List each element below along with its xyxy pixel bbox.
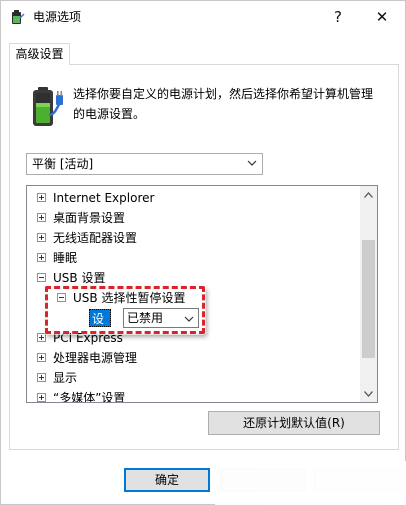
collapse-icon[interactable] (57, 293, 66, 302)
description-text: 选择你要自定义的电源计划，然后选择你希望计算机管理的电源设置。 (73, 87, 374, 121)
scroll-thumb[interactable] (362, 240, 375, 358)
power-plan-value: 平衡 [活动] (32, 157, 94, 171)
collapse-icon[interactable] (37, 273, 46, 282)
usb-suspend-value: 已禁用 (127, 311, 164, 325)
expand-icon[interactable] (37, 233, 46, 242)
help-icon: ? (334, 8, 342, 26)
vertical-scrollbar[interactable] (360, 186, 377, 402)
battery-plug-icon (33, 87, 63, 126)
tree-item-label: PCI Express (53, 331, 123, 345)
tree-item-label: USB 设置 (53, 271, 106, 285)
tree-item-label: “多媒体”设置 (53, 391, 126, 403)
scroll-down-button[interactable] (360, 385, 377, 402)
power-plan-select[interactable]: 平衡 [活动] (26, 153, 263, 175)
tree-item-label: 处理器电源管理 (53, 351, 138, 365)
power-options-window: 电源选项 ? ✕ 高级设置 选择你要自定义的电源计划，然后选择你希望计算机管理的… (0, 0, 406, 505)
expand-icon[interactable] (37, 373, 46, 382)
tree-item-label: USB 选择性暂停设置 (73, 291, 186, 305)
chevron-down-icon (247, 160, 257, 166)
tree-item-label: 显示 (53, 371, 78, 385)
faded-area (215, 461, 406, 505)
chevron-down-icon (364, 390, 373, 397)
help-button[interactable]: ? (315, 1, 361, 33)
power-options-icon (12, 10, 25, 24)
close-button[interactable]: ✕ (359, 1, 405, 33)
title-bar: 电源选项 ? ✕ (1, 1, 405, 33)
restore-defaults-button[interactable]: 还原计划默认值(R) (208, 411, 380, 435)
tree-item-label: Internet Explorer (53, 191, 155, 205)
setting-label: 设置: (89, 309, 112, 344)
scroll-up-button[interactable] (360, 186, 377, 203)
expand-icon[interactable] (37, 393, 46, 402)
tree-item-label: 睡眠 (53, 251, 78, 265)
expand-icon[interactable] (37, 213, 46, 222)
expand-icon[interactable] (37, 333, 46, 342)
expand-icon[interactable] (37, 253, 46, 262)
usb-suspend-select[interactable]: 已禁用 (123, 308, 199, 328)
chevron-up-icon (364, 191, 373, 198)
expand-icon[interactable] (37, 353, 46, 362)
ok-button[interactable]: 确定 (124, 468, 210, 492)
tree-item-label: 桌面背景设置 (53, 211, 126, 225)
close-icon: ✕ (375, 8, 389, 26)
expand-icon[interactable] (37, 193, 46, 202)
tree-item-label: 无线适配器设置 (53, 231, 138, 245)
settings-tree[interactable]: Internet Explorer 桌面背景设置 无线适配器设置 睡眠 USB … (26, 185, 378, 403)
tab-advanced-settings[interactable]: 高级设置 (9, 43, 70, 65)
chevron-down-icon (184, 316, 194, 322)
window-title: 电源选项 (33, 10, 82, 24)
